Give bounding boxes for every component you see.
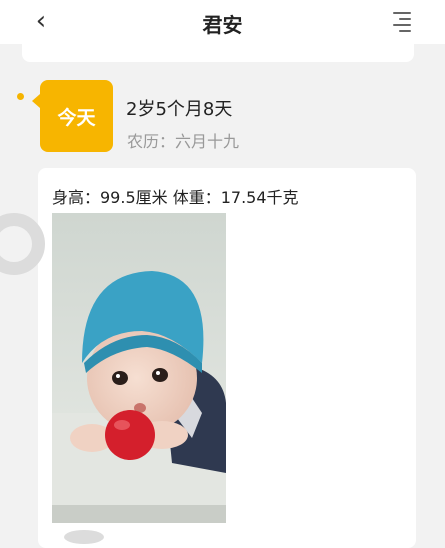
age-text: 2岁5个月8天 (126, 99, 233, 120)
next-item-peek (64, 530, 104, 544)
day-badge: 今天 (32, 80, 113, 152)
previous-card (22, 44, 414, 62)
menu-button[interactable] (393, 12, 411, 32)
list-menu-icon (393, 12, 411, 14)
baby-photo[interactable] (52, 213, 226, 523)
baby-photo-image (52, 213, 226, 523)
page-title: 君安 (202, 13, 243, 37)
timeline-dot (17, 93, 24, 100)
day-label: 今天 (57, 106, 96, 129)
growth-stats: 身高：99.5厘米 体重：17.54千克 (52, 188, 299, 207)
lunar-date: 农历：六月十九 (127, 132, 240, 151)
top-nav-bar: ‹ 君安 (0, 0, 445, 44)
